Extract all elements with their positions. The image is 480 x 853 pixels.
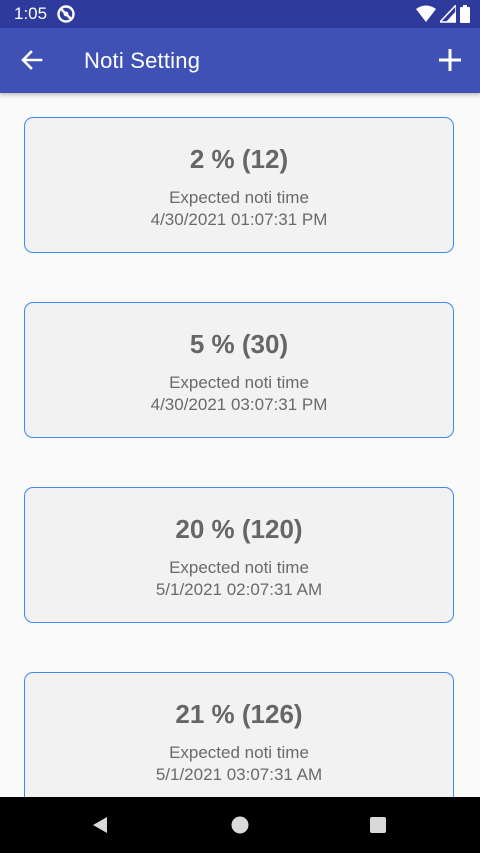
- nav-home-icon: [231, 816, 249, 834]
- card-percent: 20 % (120): [175, 514, 303, 544]
- card-percent: 5 % (30): [189, 329, 289, 359]
- card-label: Expected noti time: [169, 743, 309, 762]
- card-percent: 2 % (12): [189, 144, 289, 174]
- card-label: Expected noti time: [169, 558, 309, 577]
- card-time: 5/1/2021 02:07:31 AM: [155, 580, 323, 599]
- noti-list[interactable]: 2 % (12) Expected noti time 4/30/2021 01…: [0, 93, 480, 797]
- arrow-back-icon: [21, 50, 43, 70]
- app-bar: Noti Setting: [0, 28, 480, 93]
- status-time: 1:05: [14, 4, 48, 23]
- noti-card[interactable]: 21 % (126) Expected noti time 5/1/2021 0…: [24, 672, 454, 797]
- battery-icon: [460, 5, 470, 23]
- page-title: Noti Setting: [84, 48, 201, 73]
- nav-back-button[interactable]: [86, 811, 114, 839]
- signal-icon: [440, 5, 456, 23]
- app-notification-icon: [57, 5, 75, 23]
- card-label: Expected noti time: [169, 188, 309, 207]
- plus-icon: [439, 49, 461, 71]
- card-time: 5/1/2021 03:07:31 AM: [155, 765, 323, 784]
- nav-back-icon: [93, 817, 107, 833]
- wifi-icon: [416, 5, 436, 22]
- noti-card[interactable]: 5 % (30) Expected noti time 4/30/2021 03…: [24, 302, 454, 438]
- status-bar: 1:05: [0, 0, 480, 28]
- card-time: 4/30/2021 01:07:31 PM: [150, 210, 328, 229]
- nav-recents-icon: [370, 817, 386, 833]
- nav-home-button[interactable]: [226, 811, 254, 839]
- noti-card[interactable]: 2 % (12) Expected noti time 4/30/2021 01…: [24, 117, 454, 253]
- card-label: Expected noti time: [169, 373, 309, 392]
- add-button[interactable]: [432, 42, 468, 78]
- nav-recents-button[interactable]: [364, 811, 392, 839]
- card-time: 4/30/2021 03:07:31 PM: [150, 395, 328, 414]
- back-button[interactable]: [14, 42, 50, 78]
- card-percent: 21 % (126): [175, 699, 303, 729]
- system-nav-bar: [0, 797, 480, 853]
- noti-card[interactable]: 20 % (120) Expected noti time 5/1/2021 0…: [24, 487, 454, 623]
